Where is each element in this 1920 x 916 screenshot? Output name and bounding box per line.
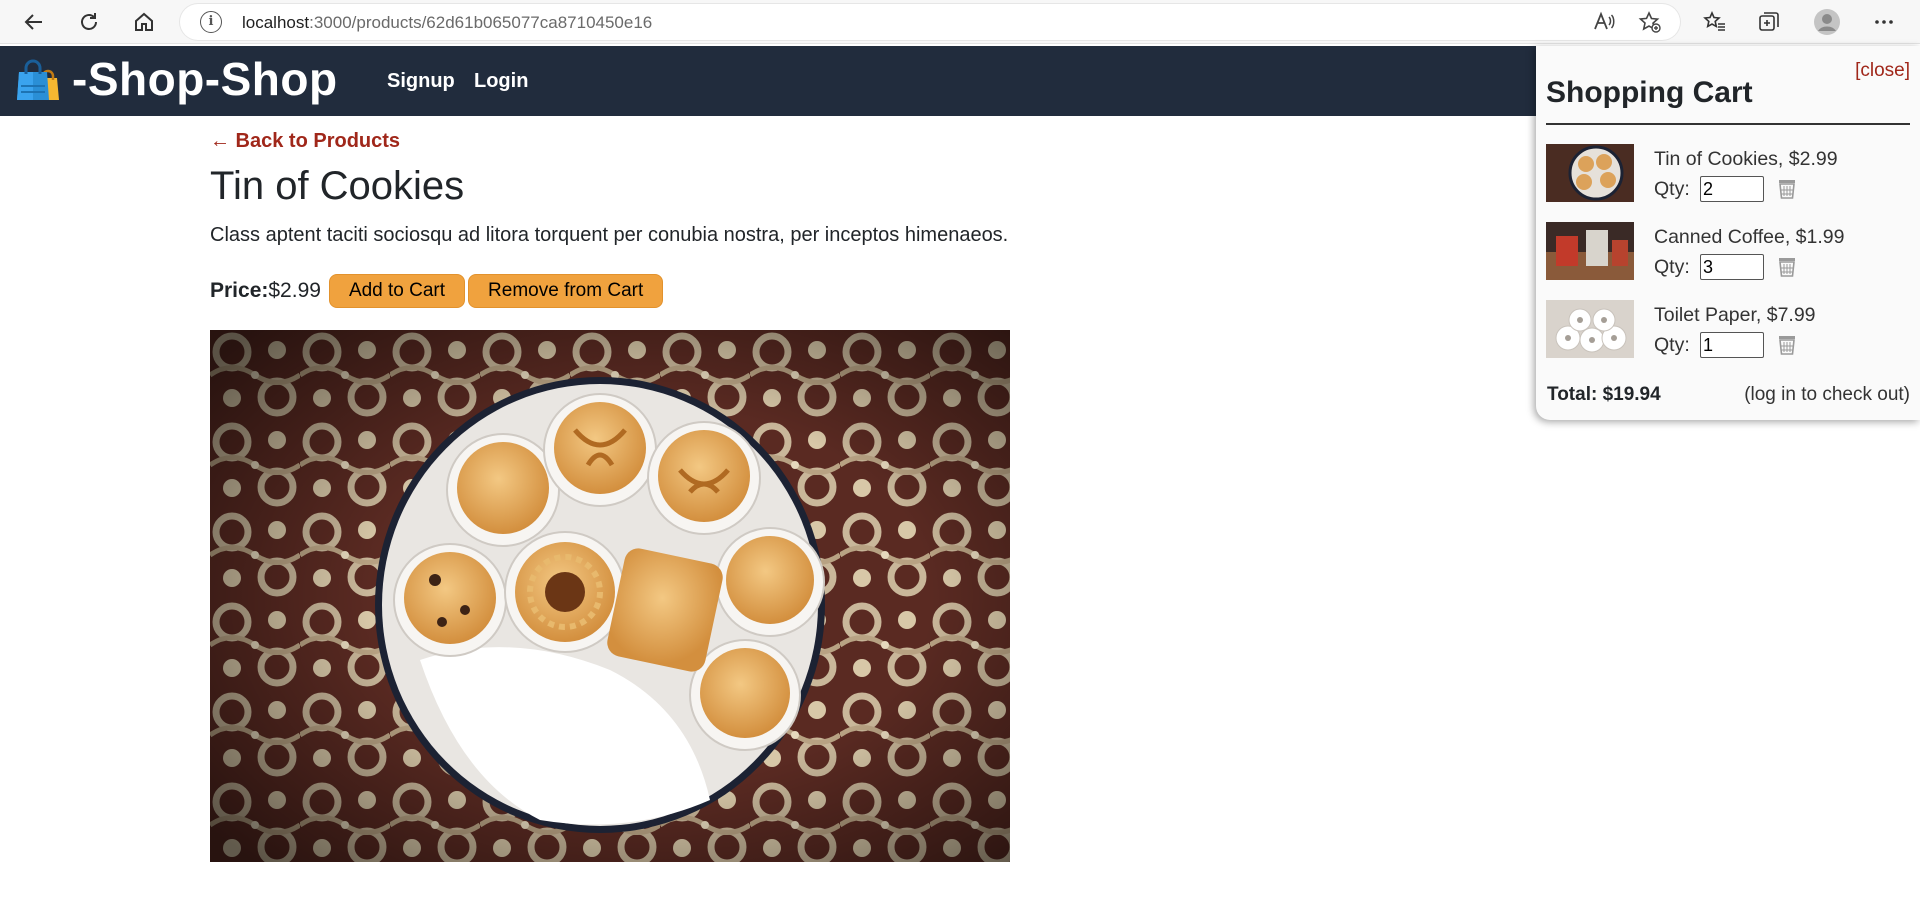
back-to-products-link[interactable]: ← Back to Products: [210, 130, 400, 153]
cart-item-name: Canned Coffee, $1.99: [1654, 226, 1845, 248]
info-icon[interactable]: i: [200, 11, 222, 33]
cart-item: Tin of Cookies, $2.99 Qty:: [1546, 144, 1916, 204]
price-label: Price:: [210, 279, 269, 302]
trash-icon[interactable]: [1776, 334, 1798, 356]
shopping-cart-panel: [close] Shopping Cart Tin of Cookies, $2…: [1536, 46, 1920, 420]
price-row: Price: $2.99 Add to Cart Remove from Car…: [210, 274, 666, 308]
login-to-checkout-note: (log in to check out): [1744, 384, 1910, 405]
address-url[interactable]: localhost:3000/products/62d61b065077ca87…: [242, 13, 652, 33]
qty-input[interactable]: [1700, 332, 1764, 358]
browser-toolbar: i localhost:3000/products/62d61b065077ca…: [0, 0, 1920, 44]
favorite-add-icon[interactable]: [1638, 10, 1662, 34]
brand-title[interactable]: -Shop-Shop: [72, 52, 338, 106]
address-bar[interactable]: i localhost:3000/products/62d61b065077ca…: [180, 4, 1680, 40]
remove-from-cart-button[interactable]: Remove from Cart: [468, 274, 664, 308]
cart-divider: [1546, 123, 1910, 125]
cart-close-button[interactable]: [close]: [1855, 60, 1910, 82]
trash-icon[interactable]: [1776, 256, 1798, 278]
login-link[interactable]: Login: [474, 70, 528, 93]
cart-item: Toilet Paper, $7.99 Qty:: [1546, 300, 1916, 360]
cart-item-image: [1546, 300, 1634, 358]
more-icon[interactable]: [1868, 6, 1900, 38]
trash-icon[interactable]: [1776, 178, 1798, 200]
cart-item-name: Tin of Cookies, $2.99: [1654, 148, 1838, 170]
collections-icon[interactable]: [1753, 6, 1785, 38]
cart-item: Canned Coffee, $1.99 Qty:: [1546, 222, 1916, 282]
product-title: Tin of Cookies: [210, 164, 465, 208]
qty-label: Qty:: [1654, 178, 1690, 200]
qty-label: Qty:: [1654, 334, 1690, 356]
signup-link[interactable]: Signup: [387, 70, 455, 93]
favorites-icon[interactable]: [1699, 6, 1731, 38]
qty-label: Qty:: [1654, 256, 1690, 278]
refresh-icon[interactable]: [73, 6, 105, 38]
cart-total: Total: $19.94: [1547, 384, 1661, 405]
cart-item-image: [1546, 144, 1634, 202]
cart-item-name: Toilet Paper, $7.99: [1654, 304, 1816, 326]
product-image: [210, 330, 1010, 862]
back-arrow-icon[interactable]: [18, 6, 50, 38]
qty-input[interactable]: [1700, 254, 1764, 280]
read-aloud-icon[interactable]: [1592, 10, 1616, 34]
price-value: $2.99: [268, 279, 321, 302]
cart-item-image: [1546, 222, 1634, 280]
shopping-bags-icon: [17, 56, 65, 104]
cart-title: Shopping Cart: [1546, 76, 1753, 109]
product-description: Class aptent taciti sociosqu ad litora t…: [210, 224, 1009, 246]
qty-input[interactable]: [1700, 176, 1764, 202]
profile-icon[interactable]: [1811, 6, 1843, 38]
add-to-cart-button[interactable]: Add to Cart: [328, 274, 466, 308]
home-icon[interactable]: [128, 6, 160, 38]
